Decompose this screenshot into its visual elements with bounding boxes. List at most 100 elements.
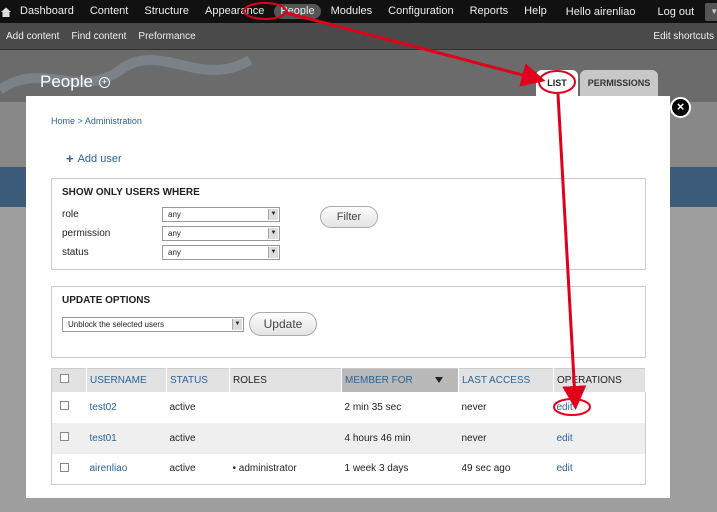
home-icon[interactable]: [0, 0, 12, 23]
roles-cell: [229, 391, 342, 423]
update-operation-select[interactable]: Unblock the selected users ▼: [62, 317, 244, 332]
shortcuts-toggle-icon[interactable]: ▼: [705, 2, 717, 21]
menu-help[interactable]: Help: [516, 0, 555, 23]
table-header-row: USERNAME STATUS ROLES MEMBER FOR LAST AC…: [51, 368, 646, 392]
select-all-header: [51, 368, 87, 392]
status-cell: active: [166, 422, 230, 454]
update-button[interactable]: Update: [249, 312, 317, 336]
filter-legend: SHOW ONLY USERS WHERE: [62, 187, 200, 198]
users-table: USERNAME STATUS ROLES MEMBER FOR LAST AC…: [51, 368, 646, 485]
row-checkbox[interactable]: [60, 462, 69, 472]
filter-row-role: role any ▼: [62, 206, 282, 222]
breadcrumb: Home > Administration: [51, 116, 142, 126]
row-checkbox[interactable]: [60, 401, 69, 410]
last-access-cell: never: [458, 391, 554, 423]
update-options-legend: UPDATE OPTIONS: [62, 295, 151, 306]
last-access-cell: 49 sec ago: [458, 453, 554, 485]
table-row: test02 active 2 min 35 sec never edit: [51, 391, 646, 423]
column-last-access[interactable]: LAST ACCESS: [458, 368, 554, 392]
chevron-down-icon: ▼: [268, 208, 278, 220]
filter-button[interactable]: Filter: [320, 206, 378, 228]
status-cell: active: [166, 391, 230, 423]
column-username[interactable]: USERNAME: [86, 368, 167, 392]
row-checkbox-cell: [51, 453, 87, 485]
filter-status-label: status: [62, 246, 89, 258]
column-status[interactable]: STATUS: [166, 368, 230, 392]
menu-people[interactable]: People: [274, 4, 321, 19]
status-select-value: any: [168, 247, 181, 257]
chevron-down-icon: ▼: [268, 227, 278, 239]
select-all-checkbox[interactable]: [60, 374, 69, 384]
user-greeting-link[interactable]: Hello airenliao: [555, 6, 647, 18]
role-select-value: any: [168, 209, 181, 219]
filter-permission-label: permission: [62, 227, 111, 239]
username-link[interactable]: test01: [86, 422, 167, 454]
filter-fieldset: SHOW ONLY USERS WHERE role any ▼ permiss…: [51, 178, 646, 270]
edit-link[interactable]: edit: [553, 453, 646, 485]
chevron-down-icon: ▼: [232, 319, 242, 330]
table-row: airenliao active • administrator 1 week …: [51, 453, 646, 485]
sort-descending-icon: [434, 377, 443, 384]
row-checkbox-cell: [51, 422, 87, 454]
shortcuts-bar: Add content Find content Preformance Edi…: [0, 23, 717, 50]
filter-row-permission: permission any ▼: [62, 225, 282, 241]
username-link[interactable]: test02: [86, 391, 167, 423]
menu-modules[interactable]: Modules: [323, 0, 381, 23]
filter-row-status: status any ▼: [62, 244, 282, 260]
filter-role-label: role: [62, 208, 79, 220]
role-name: administrator: [238, 463, 297, 475]
add-user-link[interactable]: + Add user: [66, 151, 122, 166]
member-for-cell: 1 week 3 days: [341, 453, 459, 485]
page-title: People +: [40, 72, 110, 92]
shortcut-find-content[interactable]: Find content: [65, 31, 132, 42]
toolbar-user: Hello airenliao Log out ▼: [555, 0, 717, 23]
column-member-for[interactable]: MEMBER FOR: [341, 368, 459, 392]
roles-cell: [229, 422, 342, 454]
plus-icon: +: [66, 151, 74, 166]
toolbar-menu: Dashboard Content Structure Appearance P…: [12, 0, 555, 23]
shortcut-preformance[interactable]: Preformance: [132, 31, 201, 42]
breadcrumb-separator: >: [77, 116, 83, 126]
people-overlay: Home > Administration + Add user SHOW ON…: [26, 96, 670, 498]
status-cell: active: [166, 453, 230, 485]
admin-toolbar: Dashboard Content Structure Appearance P…: [0, 0, 717, 23]
menu-configuration[interactable]: Configuration: [380, 0, 461, 23]
menu-structure[interactable]: Structure: [136, 0, 197, 23]
add-user-label: Add user: [77, 152, 122, 165]
breadcrumb-administration[interactable]: Administration: [85, 116, 142, 126]
edit-shortcuts-link[interactable]: Edit shortcuts: [647, 31, 717, 42]
status-select[interactable]: any ▼: [162, 244, 280, 260]
tab-list[interactable]: LIST: [536, 70, 578, 96]
breadcrumb-home[interactable]: Home: [51, 116, 75, 126]
logout-link[interactable]: Log out: [646, 6, 705, 18]
shortcut-add-content[interactable]: Add content: [0, 31, 65, 42]
column-roles: ROLES: [229, 368, 342, 392]
edit-link[interactable]: edit: [553, 422, 646, 454]
menu-content[interactable]: Content: [82, 0, 137, 23]
update-operation-value: Unblock the selected users: [68, 320, 165, 329]
menu-appearance[interactable]: Appearance: [197, 0, 272, 23]
role-select[interactable]: any ▼: [162, 206, 280, 222]
last-access-cell: never: [458, 422, 554, 454]
member-for-cell: 4 hours 46 min: [341, 422, 459, 454]
menu-reports[interactable]: Reports: [462, 0, 517, 23]
chevron-down-icon: ▼: [268, 246, 278, 258]
roles-cell: • administrator: [229, 453, 342, 485]
column-member-for-label: MEMBER FOR: [345, 374, 413, 386]
row-checkbox[interactable]: [60, 432, 69, 441]
table-row: test01 active 4 hours 46 min never edit: [51, 422, 646, 454]
permission-select[interactable]: any ▼: [162, 225, 280, 241]
permission-select-value: any: [168, 228, 181, 238]
member-for-cell: 2 min 35 sec: [341, 391, 459, 423]
edit-link[interactable]: edit: [553, 391, 646, 423]
overlay-close-icon[interactable]: ×: [670, 97, 691, 118]
tab-permissions[interactable]: PERMISSIONS: [580, 70, 658, 96]
menu-dashboard[interactable]: Dashboard: [12, 0, 82, 23]
column-operations: OPERATIONS: [553, 368, 646, 392]
page-title-text: People: [40, 72, 93, 91]
update-options-fieldset: UPDATE OPTIONS Unblock the selected user…: [51, 286, 646, 358]
theme-swoosh-decoration: [0, 55, 253, 95]
add-shortcut-icon[interactable]: +: [98, 76, 110, 88]
username-link[interactable]: airenliao: [86, 453, 167, 485]
row-checkbox-cell: [51, 391, 87, 423]
